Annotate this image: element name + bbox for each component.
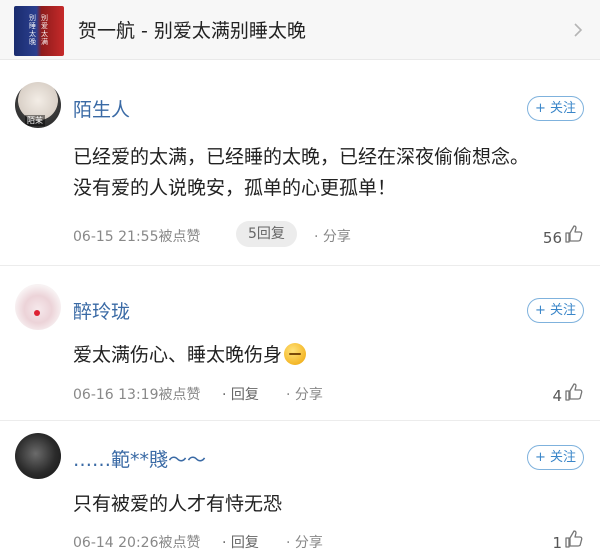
comment-text: 爱太满伤心、睡太晚伤身: [73, 340, 307, 371]
avatar[interactable]: 陌苿: [15, 82, 61, 128]
thumbs-up-icon[interactable]: [564, 529, 584, 549]
song-title: 贺一航 - 别爱太满别睡太晚: [78, 20, 306, 42]
reply-button[interactable]: · 回复: [222, 532, 259, 552]
comment-item: ……範**賤～～ + 关注 只有被爱的人才有恃无恐 06-14 20:26被点赞…: [0, 421, 600, 558]
share-button[interactable]: · 分享: [314, 226, 351, 246]
reply-button[interactable]: 5回复: [236, 221, 297, 247]
cover-text-right: 别爱太满: [41, 14, 48, 46]
avatar[interactable]: [15, 433, 61, 479]
sleepy-face-emoji: [284, 343, 307, 365]
like-count: 56: [542, 229, 562, 247]
comment-text-line: 爱太满伤心、睡太晚伤身: [73, 344, 283, 366]
cover-text-left: 别睡太晚: [29, 14, 36, 46]
follow-button[interactable]: + 关注: [527, 298, 584, 323]
comment-text-line: 只有被爱的人才有恃无恐: [73, 493, 283, 515]
comment-text-line: 已经爱的太满，已经睡的太晚，已经在深夜偷偷想念。: [73, 146, 530, 168]
comment-timestamp: 06-15 21:55被点赞: [73, 229, 201, 245]
song-header[interactable]: 别睡太晚 别爱太满 贺一航 - 别爱太满别睡太晚: [0, 0, 600, 60]
username[interactable]: ……範**賤～～: [73, 445, 206, 472]
comment-timestamp: 06-16 13:19被点赞: [73, 387, 201, 403]
avatar-dot: [34, 310, 40, 316]
reply-button[interactable]: · 回复: [222, 384, 259, 404]
share-button[interactable]: · 分享: [286, 384, 323, 404]
username[interactable]: 醉玲珑: [73, 297, 130, 324]
like-count: 1: [552, 534, 562, 552]
comment-item: 醉玲珑 + 关注 爱太满伤心、睡太晚伤身 06-16 13:19被点赞 · 回复…: [0, 266, 600, 420]
chevron-right-icon[interactable]: [572, 22, 584, 38]
avatar-tag: 陌苿: [25, 115, 45, 126]
share-button[interactable]: · 分享: [286, 532, 323, 552]
follow-button[interactable]: + 关注: [527, 445, 584, 470]
comment-timestamp: 06-14 20:26被点赞: [73, 535, 201, 551]
avatar[interactable]: [15, 284, 61, 330]
like-count: 4: [552, 387, 562, 405]
follow-button[interactable]: + 关注: [527, 96, 584, 121]
comment-text-line: 没有爱的人说晚安，孤单的心更孤单！: [73, 177, 397, 199]
thumbs-up-icon[interactable]: [564, 224, 584, 244]
comment-item: 陌苿 陌生人 + 关注 已经爱的太满，已经睡的太晚，已经在深夜偷偷想念。 没有爱…: [0, 60, 600, 265]
username[interactable]: 陌生人: [73, 95, 130, 122]
album-cover: 别睡太晚 别爱太满: [14, 6, 64, 56]
thumbs-up-icon[interactable]: [564, 382, 584, 402]
